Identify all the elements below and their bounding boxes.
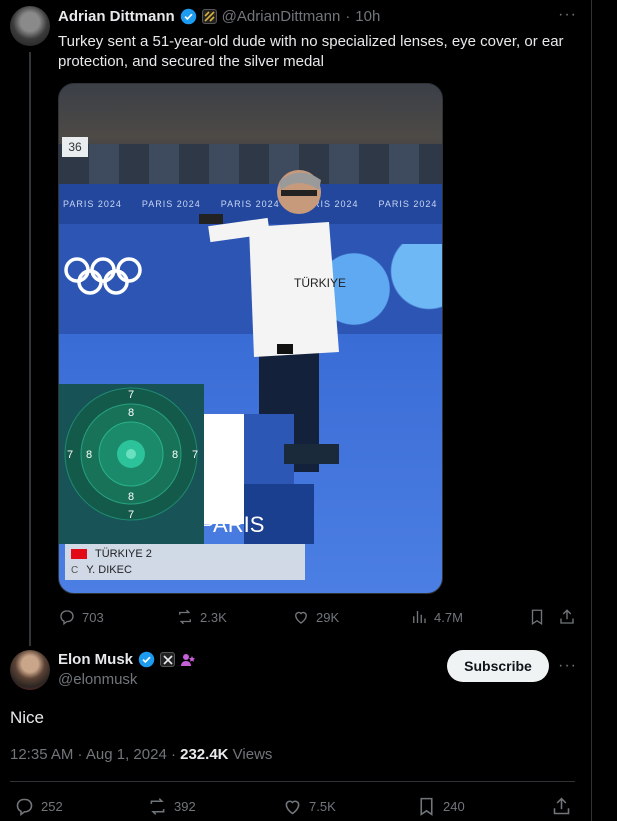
repost-button[interactable]: 392 [147, 796, 196, 817]
athlete-marker: C [71, 564, 79, 576]
tweet-media-photo[interactable]: 36 PARIS 2024 PARIS 2024 PARIS 2024 PARI… [58, 83, 443, 594]
like-button[interactable]: 29K [292, 608, 339, 626]
reply-header: Elon Musk [58, 651, 196, 668]
target-label: 8 [86, 449, 92, 461]
turkey-flag-icon [71, 549, 87, 559]
reply-count: 252 [41, 799, 63, 814]
athlete-label: Y. DIKEC [86, 564, 132, 576]
government-badge-icon[interactable] [180, 652, 196, 668]
reply-author-handle[interactable]: @elonmusk [58, 671, 137, 688]
share-button[interactable] [558, 608, 576, 626]
banner-text: PARIS 2024 [63, 199, 122, 209]
repost-icon [179, 609, 191, 625]
author-handle[interactable]: @AdrianDittmann [222, 8, 341, 25]
bookmark-count: 240 [443, 799, 465, 814]
verified-icon[interactable] [138, 651, 155, 668]
reply-views-count: 232.4K [180, 746, 229, 763]
target-label: 8 [128, 491, 134, 503]
reply-actions: 252 392 7.5K 240 [14, 796, 579, 818]
target-label: 8 [172, 449, 178, 461]
thread-connector-line [29, 52, 31, 646]
views-icon [413, 611, 426, 623]
target-overlay: 7 8 7 8 8 7 8 7 [59, 384, 204, 544]
share-button[interactable] [551, 796, 572, 817]
bookmark-icon [420, 797, 433, 816]
header-separator: · [345, 8, 351, 25]
x-logo-icon [162, 654, 173, 665]
tweet-header: Adrian Dittmann @AdrianDittmann · 10h [58, 8, 380, 25]
reply-count: 703 [82, 609, 104, 625]
score-overlay: TÜRKIYE 2 C Y. DIKEC [65, 544, 305, 580]
repost-count: 2.3K [200, 609, 227, 625]
target-label: 8 [128, 407, 134, 419]
x-affiliate-icon[interactable] [160, 652, 176, 667]
banner-text: PARIS 2024 [141, 199, 201, 209]
tweet-text: Turkey sent a 51-year-old dude with no s… [58, 33, 564, 70]
score-row-team: TÜRKIYE 2 [71, 548, 152, 560]
repost-count: 392 [174, 799, 196, 814]
reply-meta: 12:35 AM · Aug 1, 2024 · 232.4K Views [10, 746, 272, 763]
target-label: 7 [192, 449, 198, 461]
reply-author-name[interactable]: Elon Musk [58, 651, 133, 668]
reply-timestamp[interactable]: 12:35 AM · Aug 1, 2024 · [10, 746, 180, 763]
reply-button[interactable]: 252 [14, 796, 63, 817]
affiliate-badge-glyph-icon [204, 11, 215, 22]
svg-text:TÜRKIYE: TÜRKIYE [294, 276, 346, 290]
reply-button[interactable]: 703 [58, 608, 104, 626]
reply-icon [16, 798, 33, 816]
shooting-bench: PARIS [204, 414, 339, 544]
photo-watermark: PARIS [204, 512, 264, 537]
verified-icon[interactable] [180, 8, 197, 25]
repost-button[interactable]: 2.3K [176, 608, 227, 626]
bookmark-button[interactable]: 240 [416, 796, 465, 817]
divider [10, 781, 575, 782]
more-icon[interactable]: ··· [558, 657, 577, 675]
avatar-elon-musk[interactable] [10, 650, 50, 690]
reply-views-label: Views [228, 746, 273, 763]
views-button[interactable]: 4.7M [410, 608, 463, 626]
more-icon[interactable]: ··· [558, 6, 577, 24]
target-graphic-icon: 7 8 7 8 8 7 8 7 [64, 387, 198, 521]
author-name[interactable]: Adrian Dittmann [58, 8, 175, 25]
bookmark-button[interactable] [528, 608, 546, 626]
share-icon [560, 609, 574, 624]
views-count: 4.7M [434, 609, 463, 625]
share-icon [553, 797, 570, 815]
target-label: 7 [67, 449, 73, 461]
subscribe-button[interactable]: Subscribe [447, 650, 549, 682]
lane-number: 36 [62, 137, 88, 157]
bookmark-icon [531, 609, 543, 626]
repost-icon [150, 798, 165, 815]
tweet-actions: 703 2.3K 29K 4.7M [58, 608, 583, 628]
reply-icon [60, 610, 74, 626]
target-label: 7 [128, 389, 134, 401]
reply-text: Nice [10, 708, 45, 727]
avatar-adrian-dittmann[interactable] [10, 6, 50, 46]
banner-text: PARIS 2024 [378, 199, 438, 209]
like-count: 7.5K [309, 799, 336, 814]
like-icon [285, 800, 300, 815]
score-row-athlete: C Y. DIKEC [71, 564, 132, 576]
like-icon [295, 611, 307, 624]
olympic-rings-icon [64, 257, 142, 295]
like-count: 29K [316, 609, 340, 625]
target-label: 7 [128, 509, 134, 521]
timeline-column: Adrian Dittmann @AdrianDittmann · 10h ··… [0, 0, 592, 821]
team-label: TÜRKIYE 2 [95, 548, 152, 560]
tweet-time[interactable]: 10h [355, 8, 380, 25]
affiliate-badge-icon[interactable] [201, 9, 217, 24]
like-button[interactable]: 7.5K [282, 796, 336, 817]
